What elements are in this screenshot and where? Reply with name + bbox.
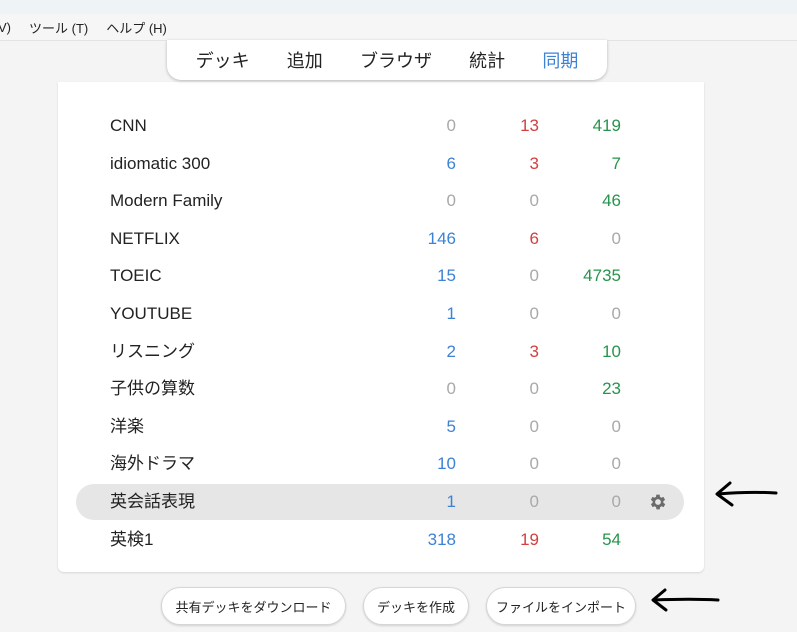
deck-new-count: 1	[446, 304, 456, 323]
arrow-annotation-icon	[715, 481, 778, 507]
create-deck-button[interactable]: デッキを作成	[363, 587, 469, 625]
deck-name[interactable]: 子供の算数	[110, 371, 195, 407]
deck-learn-count: 0	[529, 492, 539, 511]
deck-name[interactable]: YOUTUBE	[110, 296, 192, 332]
menu-help[interactable]: ヘルプ (H)	[106, 18, 167, 37]
deck-due-count: 54	[602, 529, 621, 549]
deck-due-count: 0	[611, 492, 621, 511]
deck-learn-count: 0	[529, 191, 539, 211]
deck-new-count: 15	[437, 266, 456, 286]
deck-row[interactable]: Modern Family 0 0 46	[76, 183, 684, 219]
deck-name[interactable]: 洋楽	[110, 409, 144, 445]
deck-learn-count: 0	[529, 454, 539, 474]
deck-due-count: 0	[611, 416, 621, 436]
deck-name[interactable]: NETFLIX	[110, 221, 180, 257]
deck-new-count: 0	[446, 379, 456, 399]
deck-name[interactable]: idiomatic 300	[110, 146, 210, 182]
deck-new-count: 1	[446, 492, 456, 511]
deck-name[interactable]: CNN	[110, 108, 147, 144]
deck-due-count: 0	[611, 228, 621, 248]
deck-learn-count: 3	[529, 153, 539, 173]
deck-due-count: 4735	[583, 266, 621, 286]
deck-row[interactable]: 英検1 318 19 54	[76, 522, 684, 558]
deck-new-count: 0	[446, 191, 456, 211]
deck-name[interactable]: TOEIC	[110, 258, 162, 294]
deck-new-count: 5	[446, 416, 456, 436]
tab-stats[interactable]: 統計	[469, 47, 505, 73]
main-toolbar: デッキ 追加 ブラウザ 統計 同期	[167, 40, 607, 80]
menu-tools[interactable]: ツール (T)	[29, 18, 88, 37]
deck-name[interactable]: リスニング	[110, 334, 195, 370]
import-file-button[interactable]: ファイルをインポート	[486, 587, 636, 625]
arrow-annotation-icon	[651, 588, 720, 612]
deck-row[interactable]: 英会話表現 1 0 0	[76, 484, 684, 520]
deck-row[interactable]: 海外ドラマ 10 0 0	[76, 446, 684, 482]
menu-bar: V) ツール (T) ヘルプ (H)	[0, 14, 797, 41]
deck-name[interactable]: 英会話表現	[110, 484, 195, 520]
deck-learn-count: 19	[520, 529, 539, 549]
deck-due-count: 419	[592, 116, 621, 135]
deck-row[interactable]: idiomatic 300 6 3 7	[76, 146, 684, 182]
menu-view[interactable]: V)	[0, 20, 11, 35]
deck-new-count: 146	[427, 228, 456, 248]
deck-learn-count: 13	[520, 116, 539, 135]
deck-row[interactable]: TOEIC 15 0 4735	[76, 258, 684, 294]
deck-row[interactable]: 子供の算数 0 0 23	[76, 371, 684, 407]
deck-learn-count: 0	[529, 379, 539, 399]
deck-due-count: 0	[611, 454, 621, 474]
deck-new-count: 10	[437, 454, 456, 474]
deck-row[interactable]: NETFLIX 146 6 0	[76, 221, 684, 257]
deck-row[interactable]: リスニング 2 3 10	[76, 334, 684, 370]
deck-learn-count: 0	[529, 416, 539, 436]
deck-row[interactable]: 洋楽 5 0 0	[76, 409, 684, 445]
gear-icon[interactable]	[648, 492, 668, 512]
tab-browse[interactable]: ブラウザ	[360, 47, 432, 73]
tab-sync[interactable]: 同期	[542, 47, 578, 73]
deck-new-count: 318	[427, 529, 456, 549]
deck-row[interactable]: CNN 0 13 419	[76, 108, 684, 144]
deck-name[interactable]: Modern Family	[110, 183, 222, 219]
deck-learn-count: 3	[529, 341, 539, 361]
tab-decks[interactable]: デッキ	[196, 47, 250, 73]
deck-name[interactable]: 英検1	[110, 522, 153, 558]
deck-learn-count: 0	[529, 266, 539, 286]
deck-learn-count: 6	[529, 228, 539, 248]
deck-new-count: 0	[446, 116, 456, 135]
deck-list-panel: CNN 0 13 419 idiomatic 300 6 3 7 Modern Family 0 0…	[58, 82, 704, 572]
download-shared-deck-button[interactable]: 共有デッキをダウンロード	[161, 587, 346, 625]
tab-add[interactable]: 追加	[287, 47, 323, 73]
deck-due-count: 10	[602, 341, 621, 361]
deck-due-count: 23	[602, 379, 621, 399]
deck-learn-count: 0	[529, 304, 539, 323]
deck-due-count: 7	[611, 153, 621, 173]
deck-name[interactable]: 海外ドラマ	[110, 446, 195, 482]
deck-due-count: 46	[602, 191, 621, 211]
deck-row[interactable]: YOUTUBE 1 0 0	[76, 296, 684, 332]
deck-due-count: 0	[611, 304, 621, 323]
deck-new-count: 6	[446, 153, 456, 173]
deck-new-count: 2	[446, 341, 456, 361]
window-titlebar-strip	[0, 0, 797, 14]
